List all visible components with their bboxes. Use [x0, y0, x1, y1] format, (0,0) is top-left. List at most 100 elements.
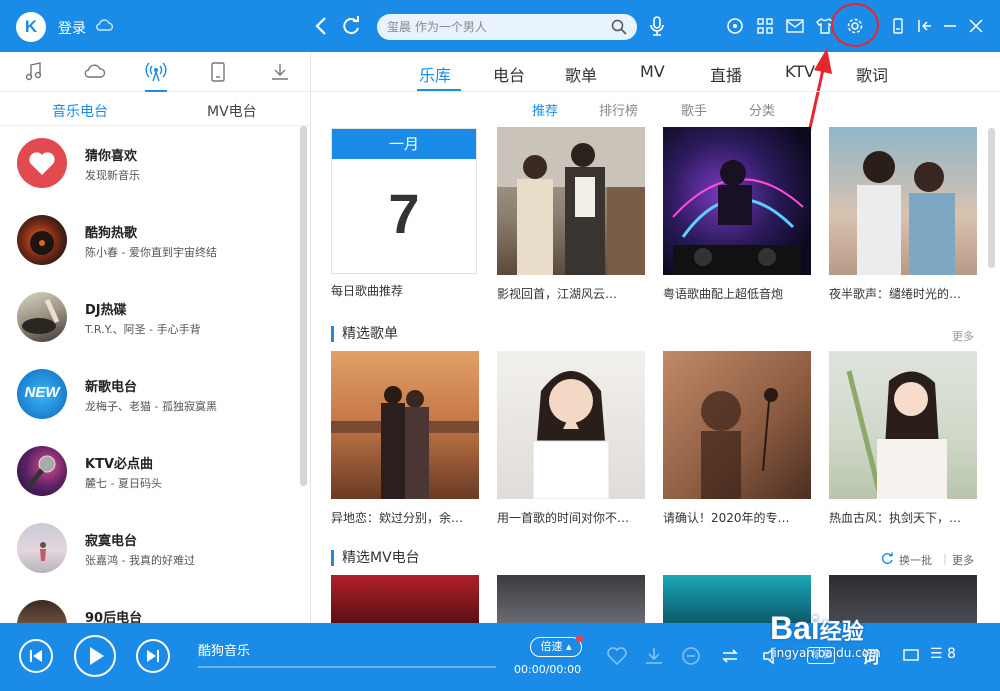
- tab-singers[interactable]: 歌手: [681, 100, 707, 119]
- card-caption[interactable]: 用一首歌的时间对你不…: [497, 509, 647, 526]
- main-scrollbar[interactable]: [988, 128, 995, 268]
- radio-item-guess-you-like[interactable]: 猜你喜欢 发现新音乐: [0, 126, 300, 203]
- next-button[interactable]: [136, 639, 170, 673]
- active-main-tab-indicator: [417, 89, 461, 91]
- card-image: [497, 127, 645, 275]
- card-caption[interactable]: 异地恋：欸过分别，余…: [331, 509, 481, 526]
- tab-mv[interactable]: MV: [640, 62, 665, 81]
- section-title-playlists: 精选歌单: [331, 326, 398, 342]
- back-icon[interactable]: [312, 15, 332, 37]
- play-icon: [90, 647, 104, 665]
- like-icon[interactable]: [606, 645, 628, 667]
- tab-playlists[interactable]: 歌单: [565, 62, 597, 86]
- previous-icon: [30, 650, 42, 662]
- mv-card-image[interactable]: [497, 575, 645, 623]
- playlist-count: 8: [947, 646, 956, 662]
- radio-subtitle: T.R.Y.、阿圣 - 手心手背: [85, 323, 201, 336]
- new-badge: NEW: [24, 384, 60, 401]
- radio-title: DJ热碟: [85, 303, 127, 318]
- radio-list: 猜你喜欢 发现新音乐 酷狗热歌 陈小春 - 爱你直到宇宙终结 DJ热碟 T.R.…: [0, 126, 300, 623]
- playlist-button[interactable]: ☰ 8: [930, 646, 956, 662]
- radio-item-hot-songs[interactable]: 酷狗热歌 陈小春 - 爱你直到宇宙终结: [0, 203, 300, 280]
- card-caption[interactable]: 影视回首，江湖风云…: [497, 285, 647, 302]
- tab-music-radio[interactable]: 音乐电台: [52, 101, 108, 121]
- exit-icon[interactable]: [914, 16, 934, 36]
- refresh-icon[interactable]: [881, 552, 894, 565]
- mini-mode-icon[interactable]: [888, 16, 908, 36]
- turntable-icon: [22, 298, 60, 334]
- minimize-icon[interactable]: [940, 16, 960, 36]
- card-caption[interactable]: 粤语歌曲配上超低音炮: [663, 285, 813, 302]
- search-input[interactable]: [387, 17, 607, 37]
- radio-thumb: NEW: [17, 369, 67, 419]
- tab-categories[interactable]: 分类: [749, 100, 775, 119]
- radio-thumb: [17, 292, 67, 342]
- main-nav-tabs: 乐库 电台 歌单 MV 直播 KTV 歌词: [311, 52, 1000, 92]
- card-caption[interactable]: 夜半歌声：缱绻时光的…: [829, 285, 979, 302]
- title-bar: K 登录: [0, 0, 1000, 52]
- speed-button[interactable]: 倍速 ▴: [530, 637, 582, 657]
- person-silhouette: [40, 542, 46, 561]
- tab-live[interactable]: 直播: [710, 62, 742, 86]
- change-batch-link[interactable]: 换一批: [899, 552, 932, 568]
- more-link[interactable]: 更多: [952, 552, 974, 568]
- login-link[interactable]: 登录: [58, 18, 86, 38]
- tab-library[interactable]: 乐库: [419, 62, 451, 86]
- search-box[interactable]: [377, 14, 637, 40]
- radio-title: 寂寞电台: [85, 534, 138, 549]
- more-link[interactable]: 更多: [952, 328, 974, 344]
- close-icon[interactable]: [966, 16, 986, 36]
- radio-subtitle: 麓七 - 夏日码头: [85, 477, 162, 490]
- desktop-lyrics-icon[interactable]: [902, 647, 920, 665]
- radio-item-dj[interactable]: DJ热碟 T.R.Y.、阿圣 - 手心手背: [0, 280, 300, 357]
- card-caption[interactable]: 热血古风：执剑天下，…: [829, 509, 979, 526]
- radio-title: 90后电台: [85, 611, 143, 623]
- calendar-day: 7: [388, 182, 420, 245]
- mv-card-image[interactable]: [331, 575, 479, 623]
- tab-ktv[interactable]: KTV: [785, 62, 815, 81]
- progress-bar[interactable]: [198, 666, 496, 668]
- tab-mv-radio[interactable]: MV电台: [207, 101, 257, 121]
- refresh-icon[interactable]: [340, 15, 362, 37]
- cloud-icon[interactable]: [96, 19, 114, 31]
- tab-recommend[interactable]: 推荐: [532, 100, 558, 119]
- radio-item-90s[interactable]: 90后电台: [0, 588, 300, 623]
- radio-title: KTV必点曲: [85, 457, 154, 472]
- tab-lyrics[interactable]: 歌词: [856, 62, 888, 86]
- device-icon[interactable]: [207, 62, 229, 82]
- sunset-couple-photo: [331, 386, 479, 499]
- daily-calendar-card[interactable]: 一月 7: [331, 128, 477, 274]
- mail-icon[interactable]: [785, 16, 805, 36]
- radio-icon[interactable]: [725, 16, 745, 36]
- download-icon[interactable]: [643, 645, 665, 667]
- card-image: [663, 351, 811, 499]
- tab-radio[interactable]: 电台: [493, 62, 525, 86]
- download-icon[interactable]: [269, 62, 291, 82]
- previous-button[interactable]: [19, 639, 53, 673]
- search-icon[interactable]: [611, 19, 627, 35]
- radio-thumb: [17, 446, 67, 496]
- radio-item-ktv[interactable]: KTV必点曲 麓七 - 夏日码头: [0, 434, 300, 511]
- radio-item-lonely[interactable]: 寂寞电台 张嘉鸿 - 我真的好难过: [0, 511, 300, 588]
- radio-sub-tabs: 音乐电台 MV电台: [0, 92, 311, 126]
- divider: |: [943, 552, 947, 565]
- ancient-style-girl-photo: [846, 370, 947, 499]
- music-note-icon[interactable]: [23, 62, 45, 82]
- play-button[interactable]: [74, 635, 116, 677]
- playback-time: 00:00/00:00: [514, 663, 582, 676]
- cloud-icon[interactable]: [84, 62, 106, 82]
- calendar-month: 一月: [332, 129, 476, 159]
- microphone-icon[interactable]: [648, 16, 666, 36]
- more-options-icon[interactable]: [680, 645, 702, 667]
- card-caption[interactable]: 请确认！2020年的专…: [663, 509, 813, 526]
- radio-title: 酷狗热歌: [85, 226, 138, 241]
- radio-item-new-songs[interactable]: NEW 新歌电台 龙梅子、老猫 - 孤独寂寞黑: [0, 357, 300, 434]
- left-scrollbar[interactable]: [300, 126, 307, 486]
- card-caption[interactable]: 每日歌曲推荐: [331, 282, 481, 299]
- apps-icon[interactable]: [755, 16, 775, 36]
- repeat-icon[interactable]: [719, 645, 741, 667]
- tab-charts[interactable]: 排行榜: [599, 100, 638, 119]
- kugou-logo[interactable]: K: [16, 12, 46, 42]
- radio-broadcast-icon[interactable]: [145, 62, 167, 82]
- speed-label: 倍速: [540, 640, 563, 653]
